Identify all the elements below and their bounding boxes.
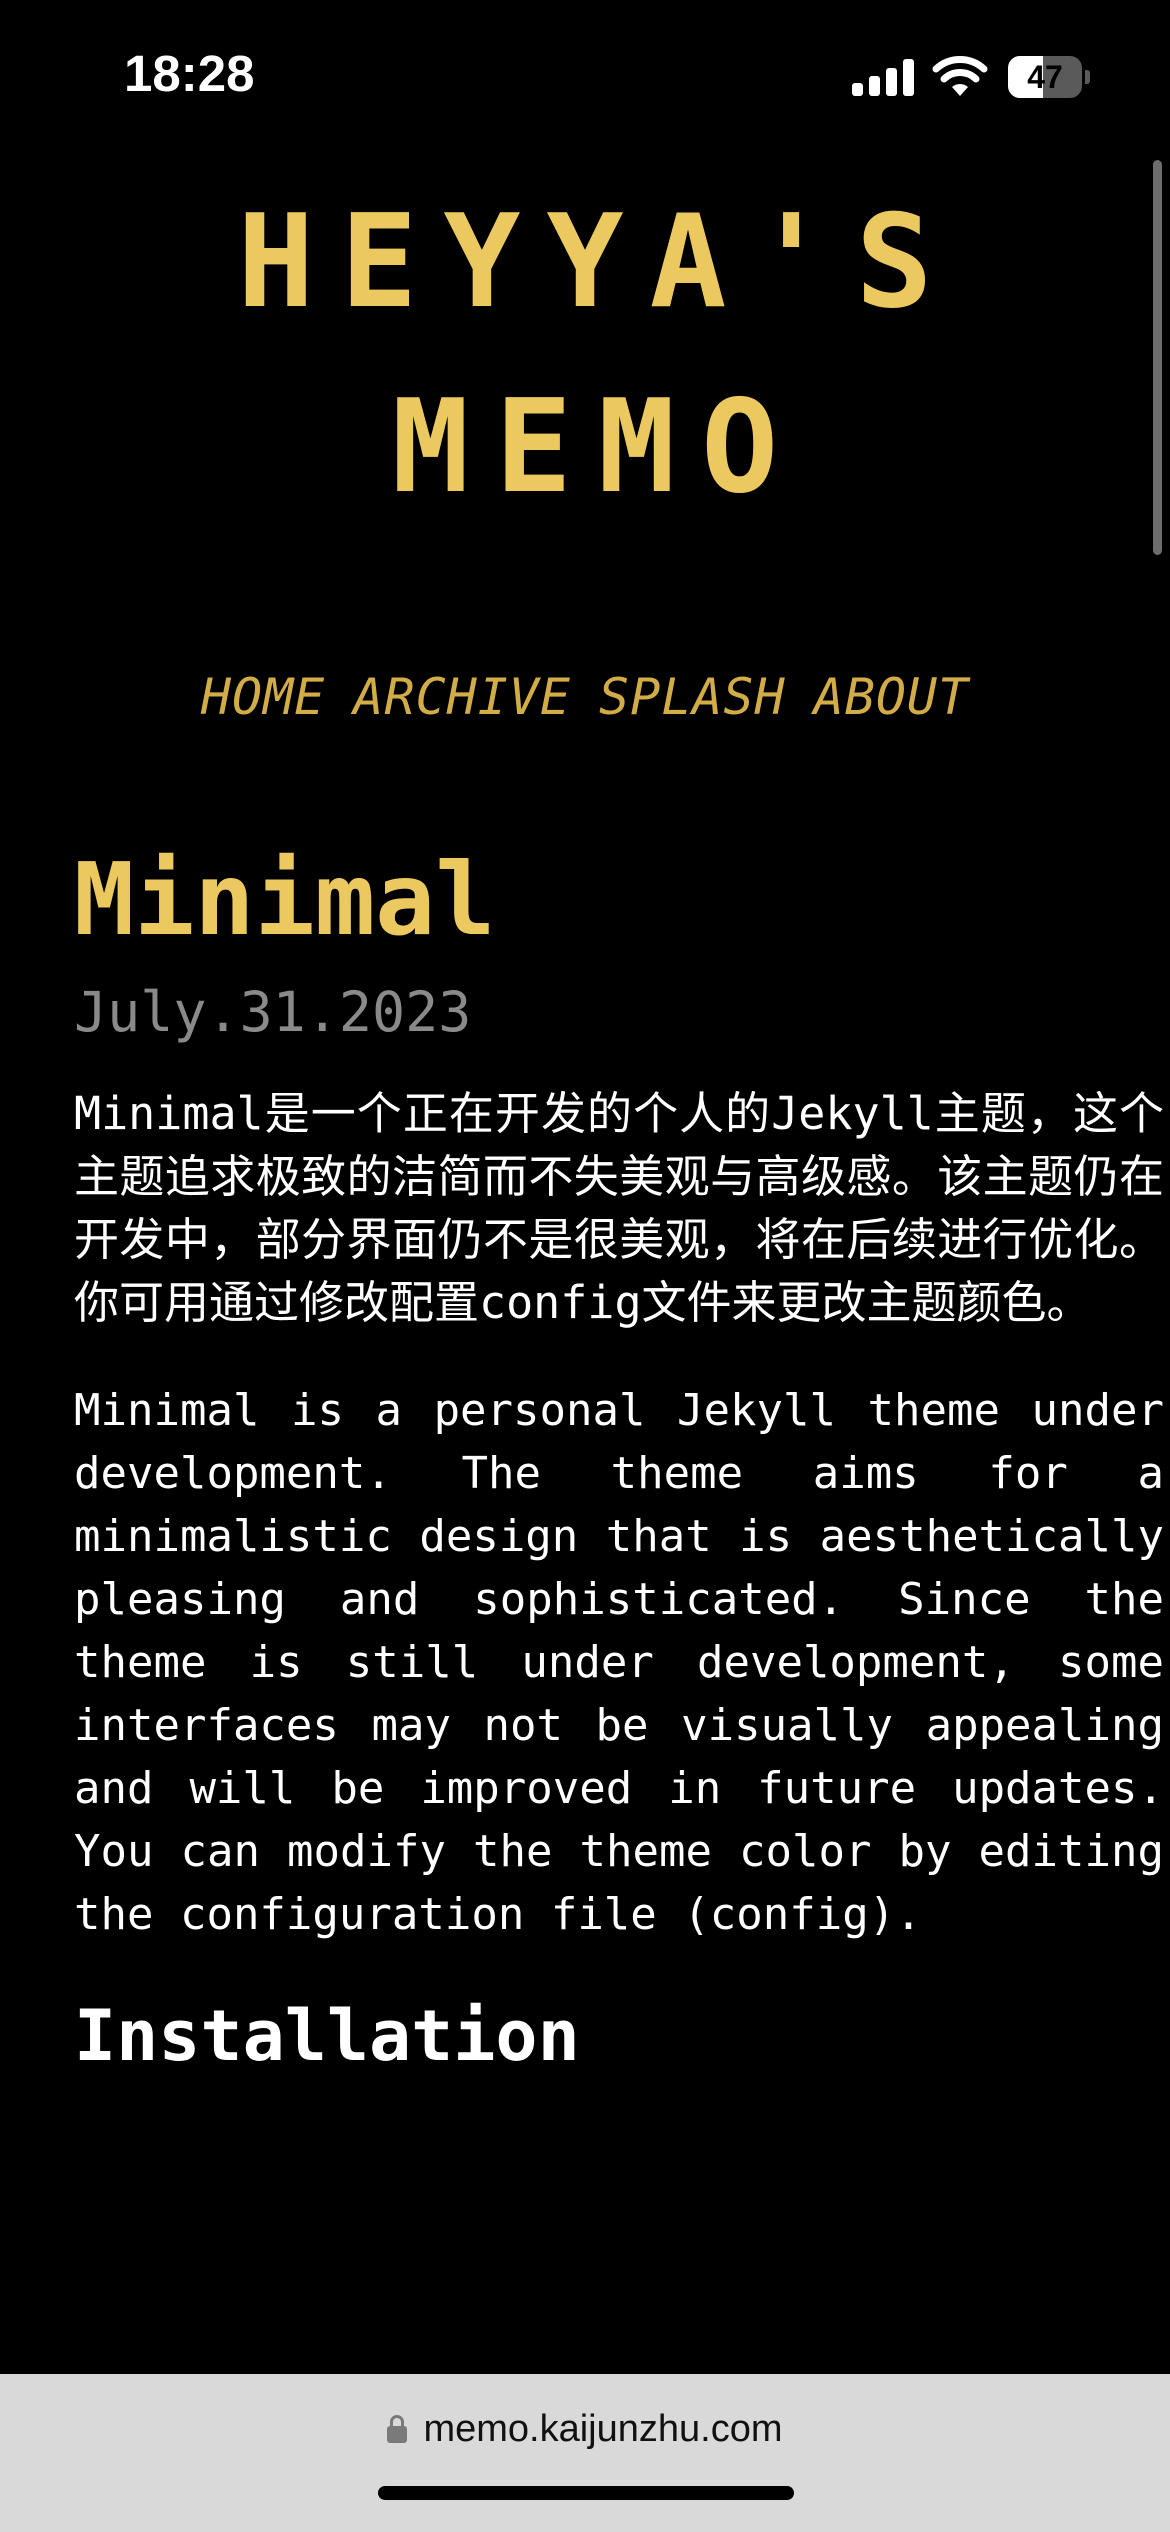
signal-icon [852,58,914,96]
battery-cap [1085,70,1090,84]
url-text[interactable]: memo.kaijunzhu.com [423,2408,782,2450]
section-heading-installation: Installation [74,1995,580,2077]
battery-body: 47 [1008,56,1082,98]
home-indicator[interactable] [378,2486,794,2500]
post-article: Minimal July.31.2023 Minimal是一个正在开发的个人的J… [74,830,1164,2086]
wifi-icon [932,56,988,96]
site-nav: HOME ARCHIVE SPLASH ABOUT [0,668,1170,726]
site-title-line1[interactable]: HEYYA'S [0,170,1170,355]
nav-splash-link[interactable]: SPLASH [599,668,786,726]
nav-home-link[interactable]: HOME [201,668,325,726]
post-paragraph-zh: Minimal是一个正在开发的个人的Jekyll主题，这个主题追求极致的洁简而不… [74,1087,1164,1329]
battery-level: 47 [1027,59,1063,95]
browser-address-bar[interactable]: memo.kaijunzhu.com [0,2374,1170,2532]
lock-icon [387,2415,408,2443]
battery-icon: 47 [1008,56,1090,98]
nav-about-link[interactable]: ABOUT [814,668,970,726]
site-title[interactable]: HEYYA'S MEMO [0,170,1170,540]
post-title: Minimal [74,841,496,958]
site-title-line2[interactable]: MEMO [0,355,1170,540]
status-time: 18:28 [124,45,255,102]
status-bar: 18:28 47 [0,0,1170,150]
post-paragraph-en: Minimal is a personal Jekyll theme under… [74,1385,1164,1940]
post-date: July.31.2023 [74,980,472,1044]
nav-archive-link[interactable]: ARCHIVE [353,668,571,726]
url-content[interactable]: memo.kaijunzhu.com [0,2408,1170,2451]
